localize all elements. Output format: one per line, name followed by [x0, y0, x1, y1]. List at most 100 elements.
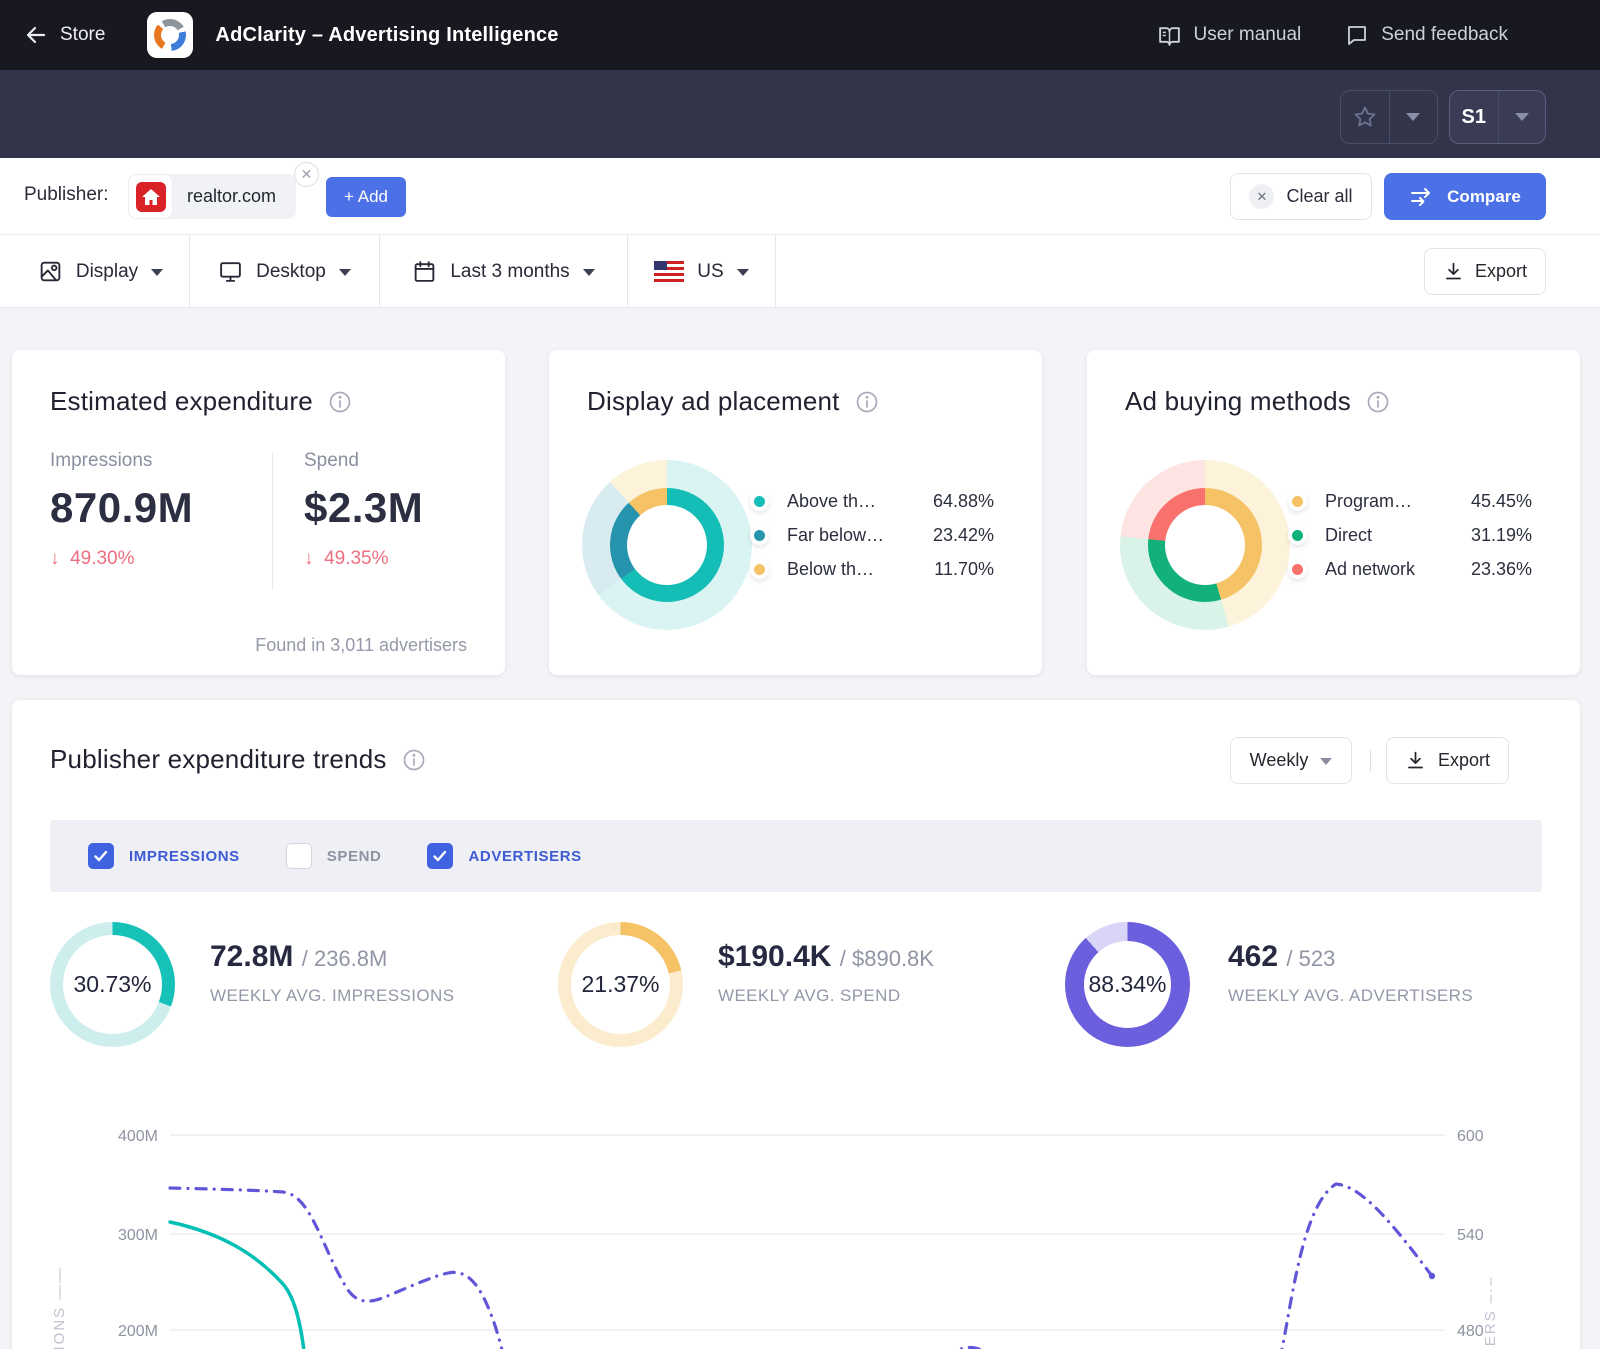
user-manual-link[interactable]: User manual [1157, 23, 1302, 48]
compare-label: Compare [1447, 187, 1521, 207]
user-manual-label: User manual [1194, 24, 1302, 46]
impressions-change: ↓ 49.30% [50, 548, 193, 570]
feedback-bubble-icon [1345, 23, 1369, 47]
legend-dot [1292, 530, 1303, 541]
info-icon[interactable] [328, 390, 352, 414]
chevron-down-icon [1320, 758, 1332, 765]
clear-x-icon: ✕ [1249, 184, 1274, 209]
info-icon[interactable] [1366, 390, 1390, 414]
column-divider [272, 452, 273, 590]
report-toolbar: S1 [0, 70, 1600, 158]
interval-dropdown[interactable]: Weekly [1230, 737, 1352, 784]
legend-dot [1292, 496, 1303, 507]
favorite-dropdown-button[interactable] [1390, 91, 1437, 143]
impressions-value: 870.9M [50, 484, 193, 532]
spend-change: ↓ 49.35% [304, 548, 423, 570]
spend-checkbox[interactable]: SPEND [286, 843, 382, 869]
impressions-gauge: 30.73% [50, 922, 175, 1047]
legend-row[interactable]: Far below…23.42% [754, 518, 994, 552]
left-axis-title: IMPRESSIONS —— [51, 1266, 68, 1349]
legend-row[interactable]: Above th…64.88% [754, 484, 994, 518]
right-axis-title: ADVERTISERS –·– [1482, 1276, 1499, 1349]
desktop-icon [218, 259, 243, 284]
series-toggle-strip: IMPRESSIONS SPEND ADVERTISERS [50, 820, 1542, 892]
add-publisher-button[interactable]: + Add [326, 177, 406, 217]
advertisers-gauge: 88.34% [1065, 922, 1190, 1047]
publisher-expenditure-trends-card: Publisher expenditure trends Weekly Expo… [12, 700, 1580, 1349]
publisher-chip[interactable]: realtor.com [128, 174, 296, 219]
impressions-gauge-stat: 72.8M / 236.8M WEEKLY AVG. IMPRESSIONS [210, 940, 454, 1006]
buying-donut-chart[interactable] [1120, 460, 1290, 630]
advertisers-gauge-stat: 462 / 523 WEEKLY AVG. ADVERTISERS [1228, 940, 1473, 1006]
advertiser-count-note: Found in 3,011 advertisers [255, 635, 467, 656]
card-title: Ad buying methods [1125, 386, 1351, 417]
impressions-metric: Impressions 870.9M ↓ 49.30% [50, 450, 193, 570]
download-icon [1405, 750, 1426, 771]
legend-row[interactable]: Below th…11.70% [754, 552, 994, 586]
spend-metric: Spend $2.3M ↓ 49.35% [304, 450, 423, 570]
export-label: Export [1475, 261, 1527, 282]
legend-row[interactable]: Ad network23.36% [1292, 552, 1532, 586]
left-tick-300m: 300M [118, 1227, 158, 1244]
adclarity-logo-icon [147, 12, 193, 58]
right-tick-480: 480 [1457, 1323, 1484, 1340]
chevron-down-icon [151, 269, 163, 276]
advertisers-checkbox[interactable]: ADVERTISERS [427, 843, 581, 869]
interval-label: Weekly [1250, 750, 1309, 771]
report-selector-button[interactable]: S1 [1450, 91, 1498, 143]
legend-dot [754, 564, 765, 575]
clear-all-button[interactable]: ✕ Clear all [1230, 173, 1372, 220]
legend-dot [1292, 564, 1303, 575]
compare-arrows-icon [1409, 186, 1435, 208]
download-icon [1443, 261, 1464, 282]
send-feedback-link[interactable]: Send feedback [1345, 23, 1508, 47]
spend-gauge-stat: $190.4K / $890.8K WEEKLY AVG. SPEND [718, 940, 934, 1006]
us-flag-icon [654, 261, 684, 282]
period-filter-label: Last 3 months [450, 261, 569, 283]
report-dropdown-button[interactable] [1498, 91, 1545, 143]
legend-row[interactable]: Program…45.45% [1292, 484, 1532, 518]
info-icon[interactable] [855, 390, 879, 414]
right-tick-600: 600 [1457, 1128, 1484, 1145]
favorite-button-group [1340, 90, 1438, 144]
legend-row[interactable]: Direct31.19% [1292, 518, 1532, 552]
down-arrow-icon: ↓ [304, 548, 314, 569]
publisher-label: Publisher: [24, 184, 109, 206]
country-filter-label: US [697, 261, 723, 283]
left-tick-400m: 400M [118, 1128, 158, 1145]
remove-publisher-icon[interactable]: ✕ [294, 162, 319, 187]
period-filter[interactable]: Last 3 months [380, 235, 628, 308]
left-tick-200m: 200M [118, 1323, 158, 1340]
back-to-store-button[interactable]: Store [24, 23, 105, 47]
calendar-icon [412, 259, 437, 284]
advertisers-line-left [170, 1188, 508, 1349]
send-feedback-label: Send feedback [1381, 24, 1508, 46]
export-button[interactable]: Export [1424, 248, 1546, 295]
favorite-star-button[interactable] [1341, 91, 1389, 143]
spend-label: Spend [304, 450, 423, 472]
trends-export-button[interactable]: Export [1386, 737, 1509, 784]
gauge-percent: 88.34% [1088, 971, 1166, 998]
device-filter[interactable]: Desktop [190, 235, 380, 308]
chevron-down-icon [737, 269, 749, 276]
trends-line-chart[interactable]: 400M 300M 200M 600 540 480 IMPRESSIONS —… [40, 1085, 1580, 1349]
display-image-icon [38, 259, 63, 284]
estimated-expenditure-card: Estimated expenditure Impressions 870.9M… [12, 350, 505, 675]
display-ad-placement-card: Display ad placement Above th…64.88% Far… [549, 350, 1042, 675]
placement-donut-chart[interactable] [582, 460, 752, 630]
book-icon [1157, 23, 1182, 48]
realtor-favicon [128, 174, 173, 219]
info-icon[interactable] [402, 748, 426, 772]
spend-gauge: 21.37% [558, 922, 683, 1047]
store-label: Store [60, 24, 105, 46]
publisher-row: Publisher: realtor.com ✕ + Add ✕ Clear a… [0, 158, 1600, 235]
channel-filter[interactable]: Display [12, 235, 190, 308]
chevron-down-icon [339, 269, 351, 276]
publisher-chip-label: realtor.com [187, 186, 276, 207]
spend-value: $2.3M [304, 484, 423, 532]
compare-button[interactable]: Compare [1384, 173, 1546, 220]
card-title: Publisher expenditure trends [50, 744, 387, 775]
impressions-checkbox[interactable]: IMPRESSIONS [88, 843, 240, 869]
country-filter[interactable]: US [628, 235, 776, 308]
app-title: AdClarity – Advertising Intelligence [215, 24, 558, 47]
